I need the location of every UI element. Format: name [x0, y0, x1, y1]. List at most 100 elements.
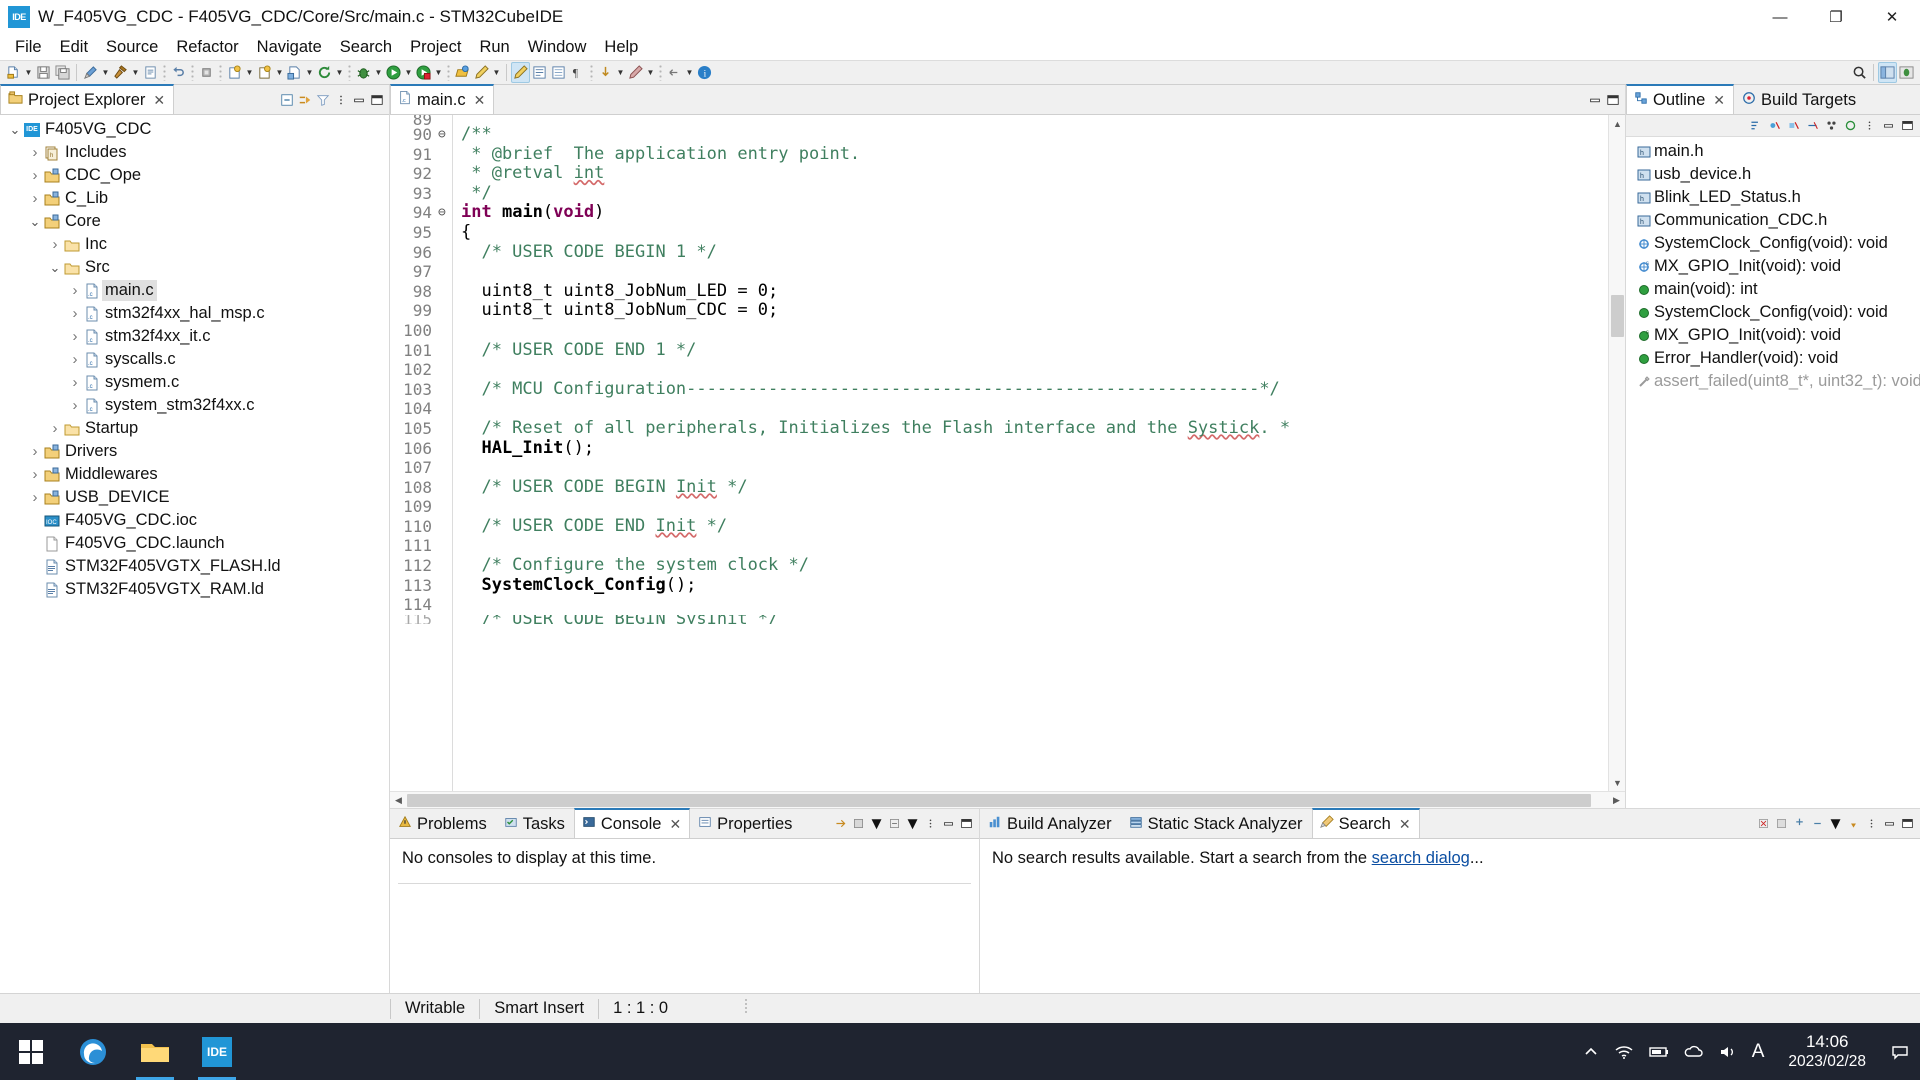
minimize-icon[interactable]	[940, 815, 957, 832]
clear-console-icon[interactable]	[850, 815, 867, 832]
stm32cubeide-icon[interactable]: IDE	[186, 1023, 248, 1080]
scroll-down-icon[interactable]: ▼	[1609, 774, 1625, 791]
taskbar-clock[interactable]: 14:06 2023/02/28	[1778, 1031, 1876, 1072]
close-icon[interactable]: ✕	[153, 92, 165, 109]
close-icon[interactable]: ✕	[1713, 92, 1725, 109]
source-code-text[interactable]: /** * @brief The application entry point…	[452, 115, 1608, 791]
pin-search-icon[interactable]	[1845, 815, 1862, 832]
perspective-debug-icon[interactable]	[1897, 62, 1916, 83]
code-line[interactable]: uint8_t uint8_JobNum_CDC = 0;	[461, 301, 1608, 321]
tree-item-c-lib[interactable]: › C_Lib	[0, 187, 389, 210]
new-source-file-icon[interactable]	[285, 62, 304, 83]
code-line[interactable]	[461, 360, 1608, 380]
tree-item-inc[interactable]: › Inc	[0, 233, 389, 256]
print-icon[interactable]	[141, 62, 160, 83]
new-cpp-project-icon[interactable]	[255, 62, 274, 83]
chevron-right-icon[interactable]: ›	[28, 486, 42, 509]
folding-gutter[interactable]: ⊖ ⊖	[438, 115, 452, 791]
hide-static-icon[interactable]	[1785, 117, 1802, 134]
outline-item[interactable]: h Communication_CDC.h	[1626, 209, 1920, 232]
filter-icon[interactable]	[1823, 117, 1840, 134]
fold-toggle-icon[interactable]: ⊖	[438, 125, 452, 145]
tree-item-stm32f4xx-it-c[interactable]: › .c stm32f4xx_it.c	[0, 325, 389, 348]
previous-annotation-icon[interactable]	[549, 62, 568, 83]
tree-item-src[interactable]: ⌄ Src	[0, 256, 389, 279]
view-menu-icon[interactable]	[332, 91, 349, 108]
code-line[interactable]: uint8_t uint8_JobNum_LED = 0;	[461, 281, 1608, 302]
code-line[interactable]: /* USER CODE BEGIN 1 */	[461, 242, 1608, 263]
tab-project-explorer[interactable]: Project Explorer ✕	[0, 84, 175, 114]
chevron-right-icon[interactable]: ›	[28, 440, 42, 463]
remove-all-matches-icon[interactable]	[1773, 815, 1790, 832]
outline-item[interactable]: h usb_device.h	[1626, 163, 1920, 186]
new-cpp-project-dropdown-icon[interactable]: ▼	[274, 62, 285, 83]
maximize-icon[interactable]	[958, 815, 975, 832]
show-whitespace-icon[interactable]: ¶	[568, 62, 587, 83]
code-line[interactable]: /* USER CODE END 1 */	[461, 340, 1608, 361]
show-hidden-icons-icon[interactable]	[1582, 1043, 1600, 1061]
file-explorer-icon[interactable]	[124, 1023, 186, 1080]
tree-item-f405vg-cdc-launch[interactable]: F405VG_CDC.launch	[0, 532, 389, 555]
save-all-icon[interactable]	[53, 62, 72, 83]
tree-item-sysmem-c[interactable]: › .c sysmem.c	[0, 371, 389, 394]
chevron-right-icon[interactable]: ›	[68, 371, 82, 394]
new-source-dropdown-icon[interactable]: ▼	[304, 62, 315, 83]
maximize-icon[interactable]	[1899, 117, 1916, 134]
tree-item-f405vg-cdc[interactable]: ⌄ IDE F405VG_CDC	[0, 118, 389, 141]
run-icon[interactable]	[384, 62, 403, 83]
menu-file[interactable]: File	[6, 36, 51, 59]
run-external-dropdown-icon[interactable]: ▼	[433, 62, 444, 83]
run-dropdown-icon[interactable]: ▼	[403, 62, 414, 83]
menu-refactor[interactable]: Refactor	[167, 36, 247, 59]
view-filter-icon[interactable]	[314, 91, 331, 108]
chevron-right-icon[interactable]: ›	[68, 394, 82, 417]
new-file-dropdown-icon[interactable]: ▼	[23, 62, 34, 83]
tree-item-core[interactable]: ⌄ Core	[0, 210, 389, 233]
previous-edit-icon[interactable]	[665, 62, 684, 83]
collapse-all-icon[interactable]	[278, 91, 295, 108]
code-line[interactable]: /* MCU Configuration--------------------…	[461, 379, 1608, 400]
code-scroll-region[interactable]: 89 90 91 92 93 94 95 96 97 98 99 100 101 102 103 104 105…	[390, 115, 1608, 791]
menu-edit[interactable]: Edit	[51, 36, 97, 59]
build-dropdown-icon[interactable]: ▼	[130, 62, 141, 83]
view-menu-icon[interactable]	[1863, 815, 1880, 832]
editor-vertical-scrollbar[interactable]: ▲ ▼	[1608, 115, 1625, 791]
build-hammer-icon[interactable]	[111, 62, 130, 83]
outline-item[interactable]: h Blink_LED_Status.h	[1626, 186, 1920, 209]
terminate-icon[interactable]	[832, 815, 849, 832]
expand-all-icon[interactable]	[1791, 815, 1808, 832]
build-clean-dropdown-icon[interactable]: ▼	[100, 62, 111, 83]
code-line[interactable]: SystemClock_Config();	[461, 575, 1608, 596]
back-dropdown-icon[interactable]: ▼	[615, 62, 626, 83]
pencil-icon[interactable]	[472, 62, 491, 83]
horizontal-scroll-thumb[interactable]	[407, 794, 1591, 807]
outline-item[interactable]: h main.h	[1626, 140, 1920, 163]
chevron-right-icon[interactable]: ›	[28, 187, 42, 210]
tree-item-stm32f405vgtx-ram-ld[interactable]: STM32F405VGTX_RAM.ld	[0, 578, 389, 601]
sort-icon[interactable]	[1747, 117, 1764, 134]
maximize-icon[interactable]	[368, 91, 385, 108]
maximize-button[interactable]: ❐	[1808, 0, 1864, 34]
code-line[interactable]	[461, 595, 1608, 615]
edge-browser-icon[interactable]	[62, 1023, 124, 1080]
maximize-icon[interactable]	[1899, 815, 1916, 832]
debug-icon[interactable]	[354, 62, 373, 83]
outline-item[interactable]: SystemClock_Config(void) : void	[1626, 232, 1920, 255]
start-button-icon[interactable]	[0, 1023, 62, 1080]
pin-console-icon[interactable]	[886, 815, 903, 832]
tree-item-syscalls-c[interactable]: › .c syscalls.c	[0, 348, 389, 371]
code-line[interactable]	[461, 262, 1608, 282]
open-resource-icon[interactable]	[453, 62, 472, 83]
outline-item[interactable]: s MX_GPIO_Init(void) : void	[1626, 324, 1920, 347]
back-icon[interactable]	[596, 62, 615, 83]
menu-window[interactable]: Window	[519, 36, 596, 59]
notifications-icon[interactable]	[1890, 1043, 1910, 1061]
scroll-lock-icon[interactable]: ▼	[868, 814, 885, 833]
close-icon[interactable]: ✕	[669, 816, 681, 833]
hide-fields-icon[interactable]	[1766, 117, 1783, 134]
code-line[interactable]: /* USER CODE BEGIN Init */	[461, 477, 1608, 498]
menu-search[interactable]: Search	[331, 36, 401, 59]
display-console-dropdown-icon[interactable]: ▼	[904, 814, 921, 833]
tab-properties[interactable]: Properties	[690, 809, 801, 838]
tree-item-drivers[interactable]: › Drivers	[0, 440, 389, 463]
